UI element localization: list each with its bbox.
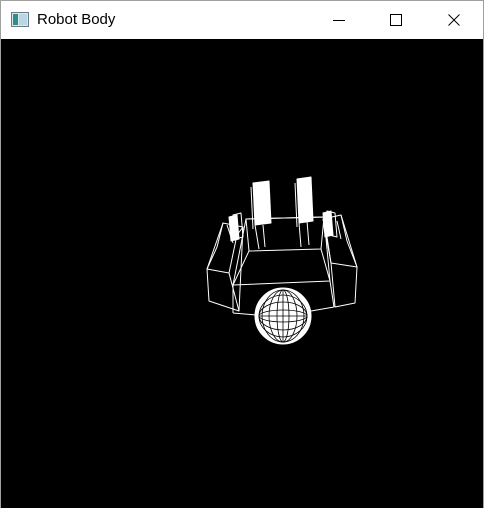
right-shoulder-post-wireframe — [294, 176, 314, 248]
left-shoulder-post-wireframe — [250, 180, 272, 250]
render-viewport[interactable] — [1, 39, 483, 508]
window-app-icon — [11, 12, 29, 27]
close-button[interactable] — [425, 1, 483, 39]
window-title: Robot Body — [37, 11, 116, 28]
robot-body-window: Robot Body — [0, 0, 484, 508]
minimize-button[interactable] — [310, 1, 368, 39]
title-bar[interactable]: Robot Body — [1, 1, 483, 39]
left-hand-wireframe — [226, 212, 244, 244]
robot-body-wireframe — [206, 176, 358, 345]
maximize-button[interactable] — [367, 1, 425, 39]
close-icon — [448, 14, 460, 26]
minimize-icon — [333, 20, 345, 21]
maximize-icon — [390, 14, 402, 26]
wheel-sphere-wireframe — [254, 287, 312, 345]
